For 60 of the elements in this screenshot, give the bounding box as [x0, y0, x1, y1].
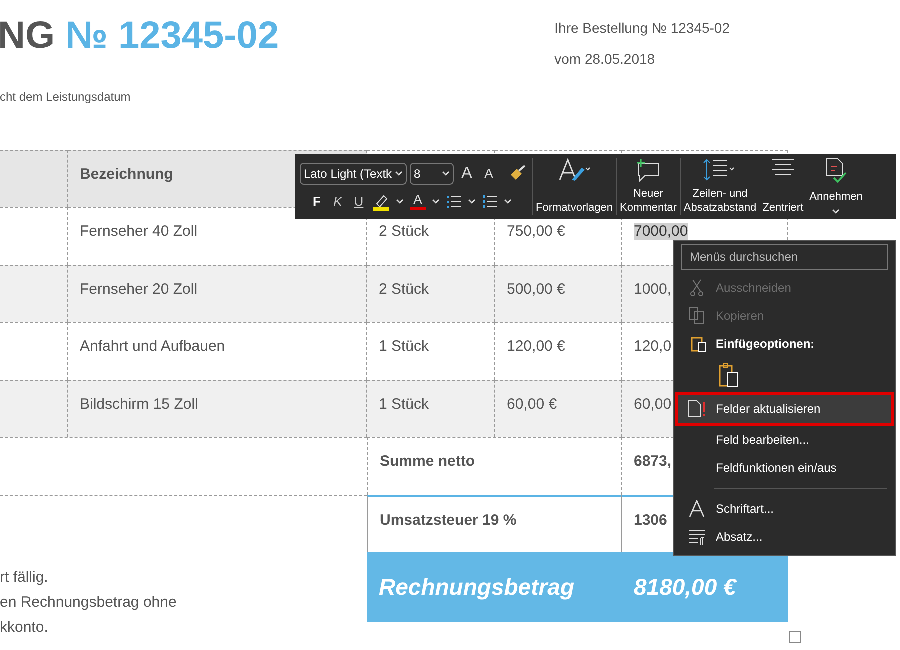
grand-total-value: 8180,00 €	[633, 572, 738, 602]
caret-icon	[396, 198, 404, 204]
highlighter-icon[interactable]	[372, 192, 390, 210]
order-reference: Ihre Bestellung № 12345-02	[554, 19, 730, 38]
payment-note-line: en Rechnungsbetrag ohne	[0, 593, 177, 613]
toolbar-button[interactable]: Zeilen- und Absatzabstand	[680, 154, 760, 219]
menu-search-field[interactable]: Menüs durchsuchen	[681, 244, 888, 270]
shrink-font-button[interactable]: A	[480, 164, 498, 184]
header-cell	[0, 150, 68, 207]
table-cell: Fernseher 20 Zoll	[68, 264, 367, 322]
format-painter-icon[interactable]	[509, 164, 527, 183]
table-cell: 1 Stück	[367, 322, 495, 380]
menu-section-heading: Einfügeoptionen:	[716, 336, 815, 353]
comment-icon	[635, 158, 662, 182]
table-cell: 1000,	[634, 280, 672, 298]
font-icon	[689, 500, 705, 518]
table-cell: Anfahrt und Aufbauen	[68, 322, 367, 380]
table-cell: 60,00 €	[495, 380, 622, 437]
accept-change-icon	[825, 158, 848, 184]
payment-note-line: kkonto.	[0, 618, 50, 638]
scissors-icon	[690, 279, 704, 297]
grow-font-button[interactable]: A	[457, 162, 477, 186]
summary-label: Summe netto	[367, 437, 622, 494]
font-color-button[interactable]: A	[410, 193, 426, 210]
clipboard-icon	[690, 335, 708, 353]
caret-icon	[442, 170, 450, 177]
caret-icon	[395, 170, 403, 177]
toolbar-button[interactable]: Annehmen	[806, 154, 866, 219]
grand-total-label: Rechnungsbetrag	[378, 572, 576, 602]
table-cell: Bildschirm 15 Zoll	[68, 380, 367, 437]
caret-icon	[504, 198, 512, 204]
subtitle-text: cht dem Leistungsdatum	[0, 89, 132, 106]
document-alert-icon	[687, 400, 707, 418]
paragraph-icon	[688, 529, 706, 545]
font-dropdown[interactable]: Lato Light (Textk	[300, 162, 407, 185]
styles-icon	[558, 158, 592, 184]
menu-item[interactable]: Felder aktualisieren	[675, 392, 894, 426]
caret-icon	[432, 198, 440, 204]
table-cell: 500,00 €	[495, 264, 622, 322]
line-spacing-icon	[703, 158, 738, 182]
table-cell: 120,00 €	[495, 322, 622, 380]
font-size-dropdown[interactable]: 8	[410, 162, 454, 185]
toolbar-button[interactable]: Zentriert	[760, 154, 807, 219]
table-cell: 1 Stück	[367, 380, 495, 437]
align-center-icon	[771, 158, 796, 178]
resize-handle[interactable]	[789, 631, 801, 643]
paste-option-icon[interactable]	[718, 362, 740, 388]
invoice-title: NG № 12345-02	[0, 14, 280, 58]
table-cell: 2 Stück	[367, 264, 495, 322]
table-cell: 7000,00	[634, 223, 688, 240]
table-cell: 120,0	[634, 338, 672, 355]
payment-note-line: rt fällig.	[0, 568, 50, 588]
caret-icon	[832, 209, 840, 215]
bullet-list-icon[interactable]	[446, 194, 462, 210]
table-cell: Fernseher 40 Zoll	[68, 207, 367, 264]
copy-icon	[688, 307, 706, 325]
table-cell: 60,00	[634, 396, 672, 412]
numbered-list-icon[interactable]	[482, 194, 498, 210]
order-date: vom 28.05.2018	[554, 50, 656, 69]
caret-icon	[468, 198, 476, 204]
